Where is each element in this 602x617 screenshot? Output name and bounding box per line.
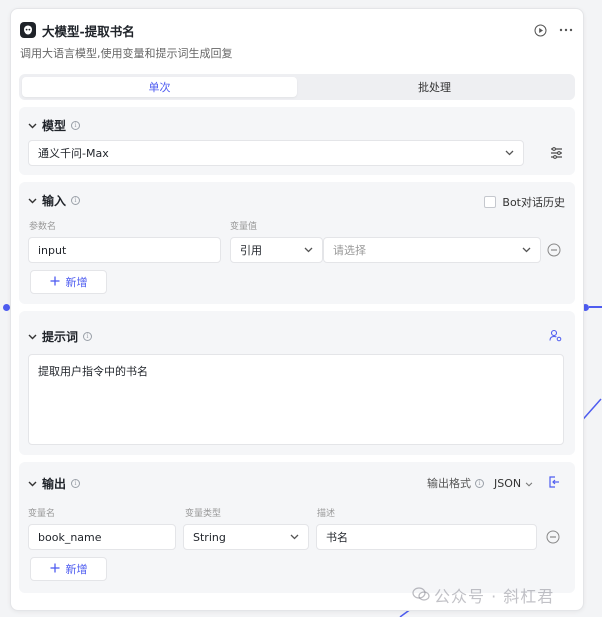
output-format-select[interactable]: JSON [494,477,533,490]
node-header: 大模型-提取书名 [20,19,573,41]
output-format-group: 输出格式 i JSON [427,475,533,491]
output-section: 输出 i 输出格式 i JSON 变量名 变量类型 描述 book_name S… [19,462,575,593]
chevron-down-icon [504,148,514,158]
variable-value-label: 变量值 [230,222,258,232]
output-type-value: String [193,530,226,544]
remove-row-icon[interactable] [546,242,562,258]
prompt-text: 提取用户指令中的书名 [38,365,148,378]
info-icon[interactable]: i [71,479,81,488]
output-type-select[interactable]: String [183,524,309,550]
output-desc-label: 描述 [317,509,336,519]
output-type-label: 变量类型 [185,509,222,519]
model-select-value: 通义千问-Max [38,147,109,160]
info-icon[interactable]: i [475,478,484,488]
chevron-down-icon [525,481,532,487]
param-name-value: input [38,243,67,257]
info-icon[interactable]: i [83,332,93,341]
node-title: 大模型-提取书名 [42,23,135,39]
param-name-input[interactable]: input [28,237,221,263]
collapse-chevron-icon[interactable] [27,479,37,489]
prompt-heading: 提示词 [42,330,79,344]
history-toggle[interactable]: Bot对话历史 [484,194,565,210]
prompt-textarea[interactable]: 提取用户指令中的书名 [28,354,564,445]
more-icon[interactable] [559,23,573,37]
plus-icon [50,276,60,289]
info-icon[interactable]: i [71,196,81,205]
output-import-icon[interactable] [546,474,562,490]
run-icon[interactable] [533,23,547,37]
model-select[interactable]: 通义千问-Max [28,140,524,166]
info-icon[interactable]: i [71,121,81,130]
model-settings-icon[interactable] [548,145,564,161]
node-description: 调用大语言模型,使用变量和提示词生成回复 [20,47,233,60]
prompt-user-settings-icon[interactable] [547,327,563,343]
value-reference-placeholder: 请选择 [333,244,366,257]
watermark: 公众号 · 斜杠君 [412,583,554,607]
model-heading: 模型 [42,119,67,133]
tab-batch[interactable]: 批处理 [297,77,572,97]
output-name-value: book_name [38,530,102,544]
plus-icon [50,563,60,576]
tab-single[interactable]: 单次 [22,77,297,97]
prompt-section: 提示词 i 提取用户指令中的书名 [19,311,575,455]
output-desc-input[interactable]: 书名 [316,524,537,550]
collapse-chevron-icon[interactable] [27,121,37,131]
chevron-down-icon [303,245,313,255]
output-name-input[interactable]: book_name [28,524,176,550]
output-desc-value: 书名 [326,531,348,544]
add-input-label: 新增 [65,276,88,289]
input-section: 输入 i Bot对话历史 参数名 变量值 input 引用 请选择 新增 [19,182,575,304]
output-format-label: 输出格式 [427,477,471,490]
value-type-value: 引用 [240,244,262,257]
chevron-down-icon [521,245,531,255]
add-input-button[interactable]: 新增 [30,270,107,294]
output-heading: 输出 [42,477,67,491]
add-output-label: 新增 [65,563,88,576]
input-heading: 输入 [42,194,67,208]
value-type-select[interactable]: 引用 [230,237,323,263]
llm-logo-icon [20,22,36,38]
output-name-label: 变量名 [28,509,56,519]
left-port-dot[interactable] [3,304,10,311]
history-checkbox[interactable] [484,196,497,208]
chevron-down-icon [289,532,299,542]
wechat-icon [412,586,430,605]
collapse-chevron-icon[interactable] [27,196,37,206]
right-connector-line [589,306,602,308]
add-output-button[interactable]: 新增 [30,557,107,581]
param-name-label: 参数名 [29,222,57,232]
watermark-text: 公众号 · 斜杠君 [434,587,555,606]
remove-output-row-icon[interactable] [545,529,561,545]
collapse-chevron-icon[interactable] [27,332,37,342]
value-reference-select[interactable]: 请选择 [323,237,541,263]
output-format-value: JSON [494,476,522,490]
model-section: 模型 i 通义千问-Max [19,107,575,175]
llm-node-card[interactable]: 大模型-提取书名 调用大语言模型,使用变量和提示词生成回复 单次 批处理 模型 … [10,8,584,611]
history-checkbox-label: Bot对话历史 [502,196,565,209]
mode-tabs: 单次 批处理 [19,74,575,100]
